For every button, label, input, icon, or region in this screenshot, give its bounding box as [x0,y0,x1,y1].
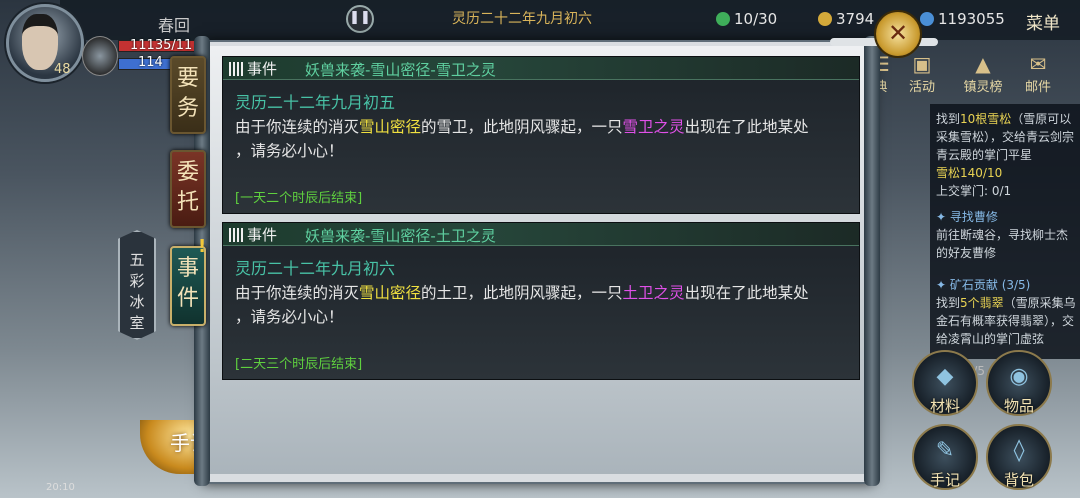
tab-activity[interactable]: ▣ 活动 [902,52,942,95]
tab-ranking[interactable]: ▲ 镇灵榜 [960,52,1006,95]
tab-commissions[interactable]: 委托 [170,150,206,228]
materials-button[interactable]: ◆ 材料 [912,350,978,416]
quest-text: 找到 [936,112,961,126]
scroll-icon [229,62,243,76]
pagoda-icon: ▲ [975,52,991,76]
hp-text: 11135/11 [130,38,193,53]
tab-main-tasks[interactable]: 要务 [170,56,206,134]
event-card-header: 事件 妖兽来袭-雪山密径-雪卫之灵 [223,57,859,80]
event-place: 雪山密径 [359,284,422,302]
event-tag: 事件 [229,224,277,245]
mail-icon: ✉ [1029,52,1047,76]
tab-ranking-label: 镇灵榜 [963,80,1003,95]
quest-tracker[interactable]: 找到10根雪松（雪原可以采集雪松），交给青云剑宗青云殿的掌门平星 雪松140/1… [930,104,1080,359]
quest-title: ✦ 矿石贡献 (3/5) [936,278,1031,292]
journal-button[interactable]: ✎ 手记 [912,424,978,490]
coin-counter: 3794 [818,10,874,28]
stamina-counter: 10/30 [716,10,777,28]
event-duration: [二天三个时辰后结束] [235,357,363,372]
close-button[interactable]: ✕ [874,10,922,58]
quest-text: 前往断魂谷，寻找柳士杰的好友曹修 [936,228,1069,260]
tab-commissions-label: 委托 [177,160,200,215]
scroll-icon [229,228,243,242]
tab-main-tasks-label: 要务 [177,66,200,121]
player-face [22,14,58,70]
companion-avatar[interactable] [82,36,118,76]
quest-highlight: 5个翡翠 [960,296,1004,310]
quest-item[interactable]: ✦ 寻找曹修 前往断魂谷，寻找柳士杰的好友曹修 [936,208,1078,262]
tab-events-label: 事件 [177,256,200,311]
bag-icon: ◉ [1009,364,1029,389]
right-tab-row: ☰ 典 ▣ 活动 ▲ 镇灵榜 ✉ 邮件 [866,52,1080,100]
stamina-icon [716,12,730,26]
pause-button[interactable]: ❚❚ [346,5,374,33]
menu-button[interactable]: 菜单 [1026,9,1060,34]
alert-icon: ! [198,236,207,257]
tab-mail-label: 邮件 [1024,80,1051,95]
game-date: 灵历二十二年九月初六 [452,11,592,27]
ore-icon: ◆ [936,364,954,389]
event-description: 由于你连续的消灭雪山密径的雪卫，此地阴风骤起，一只雪卫之灵出现在了此地某处 ，请务… [235,118,809,160]
event-duration: [一天二个时辰后结束] [235,191,363,206]
quest-item[interactable]: ✦ 矿石贡献 (3/5) 找到5个翡翠（雪原采集乌金石有概率获得翡翠），交给凌霄… [936,276,1078,348]
player-level: 48 [54,62,71,77]
event-date: 灵历二十二年九月初五 [235,93,396,112]
journal-label: 手记 [929,471,960,489]
coin-icon [818,12,832,26]
scroll-rod-right [864,36,880,486]
quest-highlight: 10根雪松 [960,112,1012,126]
backpack-button[interactable]: ◊ 背包 [986,424,1052,490]
quest-item[interactable]: 找到10根雪松（雪原可以采集雪松），交给青云剑宗青云殿的掌门平星 雪松140/1… [936,110,1078,200]
close-icon: ✕ [887,19,909,47]
mp-text: 114 [138,55,163,70]
items-label: 物品 [1003,397,1034,415]
location-badge: 五彩冰室 [118,230,156,340]
journal-icon: ✎ [935,438,955,463]
season-label: 春回 [158,16,191,35]
coin-value: 3794 [836,10,875,28]
event-description: 由于你连续的消灭雪山密径的土卫，此地阴风骤起，一只土卫之灵出现在了此地某处 ，请务… [235,284,809,326]
backpack-icon: ◊ [1013,438,1025,463]
tab-events[interactable]: 事件 [170,246,206,326]
tab-activity-label: 活动 [908,80,935,95]
event-monster: 雪卫之灵 [622,118,685,136]
event-card[interactable]: 事件 妖兽来袭-雪山密径-土卫之灵 灵历二十二年九月初六 由于你连续的消灭雪山密… [222,222,860,380]
event-card-header: 事件 妖兽来袭-雪山密径-土卫之灵 [223,223,859,246]
event-title: 妖兽来袭-雪山密径-土卫之灵 [305,227,496,245]
materials-label: 材料 [929,397,960,415]
spirit-stone-icon [920,12,934,26]
quest-progress: 上交掌门: 0/1 [936,184,1012,198]
quest-progress: 雪松140/10 [936,166,1003,180]
event-title: 妖兽来袭-雪山密径-雪卫之灵 [305,61,496,79]
event-monster: 土卫之灵 [622,284,685,302]
spirit-stone-counter: 1193055 [920,10,1005,28]
backpack-label: 背包 [1003,471,1034,489]
items-button[interactable]: ◉ 物品 [986,350,1052,416]
spirit-stone-value: 1193055 [938,10,1005,28]
location-name: 五彩冰室 [129,251,145,332]
event-date: 灵历二十二年九月初六 [235,259,396,278]
stamina-value: 10/30 [734,10,778,28]
quest-text: 找到 [936,296,961,310]
event-place: 雪山密径 [359,118,422,136]
event-card[interactable]: 事件 妖兽来袭-雪山密径-雪卫之灵 灵历二十二年九月初五 由于你连续的消灭雪山密… [222,56,860,214]
event-tag: 事件 [229,58,277,79]
tab-mail[interactable]: ✉ 邮件 [1018,52,1058,95]
quest-title: ✦ 寻找曹修 [936,210,998,224]
clock: 20:10 [46,482,75,493]
